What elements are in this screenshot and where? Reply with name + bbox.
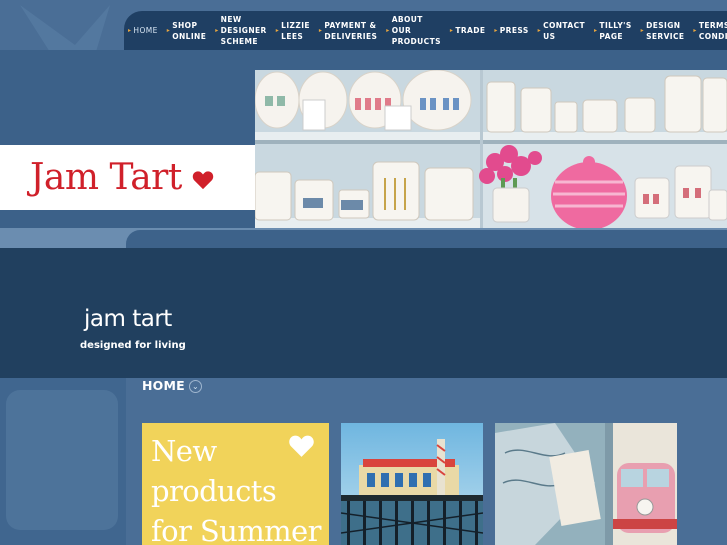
nav-item-label: TERMS & CONDITIONS	[698, 20, 727, 41]
nav-item-label: DESIGN SERVICE	[646, 20, 685, 41]
nav-item-label: NEW DESIGNER SCHEME	[220, 15, 267, 46]
nav-item-label: TRADE	[455, 26, 486, 35]
header-photo	[255, 70, 727, 228]
site-name: jam tart	[84, 306, 172, 332]
page-title: HOME	[142, 378, 185, 393]
nav-item-contact-us[interactable]: ▸ CONTACT US	[534, 11, 590, 50]
nav-item-shop-online[interactable]: ▸ SHOP ONLINE	[163, 11, 211, 50]
nav-item-label: PRESS	[499, 26, 529, 35]
promo-tile-new-products[interactable]: New products for Summer	[142, 423, 329, 545]
nav-item-payment-deliveries[interactable]: ▸ PAYMENT & DELIVERIES	[315, 11, 382, 50]
nav-item-lizzie-lees[interactable]: ▸ LIZZIE LEES	[272, 11, 315, 50]
arrow-right-icon: ▸	[537, 27, 542, 34]
nav-item-press[interactable]: ▸ PRESS	[490, 11, 533, 50]
heart-icon	[289, 435, 314, 457]
arrow-right-icon: ▸	[449, 27, 454, 34]
nav-item-about-our-products[interactable]: ▸ ABOUT OUR PRODUCTS	[382, 11, 446, 50]
nav-item-label: TILLY'S PAGE	[599, 20, 632, 41]
arrow-right-icon: ▸	[318, 27, 323, 34]
nav-item-home[interactable]: ▸ HOME	[124, 11, 163, 50]
header-stripe-inner	[126, 230, 727, 248]
nav-item-terms-conditions[interactable]: ▸TERMS & CONDITIONS	[689, 11, 727, 50]
promo-tile-tea-towel-photo[interactable]	[495, 423, 677, 545]
heart-icon	[192, 170, 214, 189]
nav-item-label: SHOP ONLINE	[172, 20, 207, 41]
site-logo[interactable]: Jam Tart	[0, 145, 255, 210]
arrow-right-icon: ▸	[693, 27, 697, 34]
nav-item-label: ABOUT OUR PRODUCTS	[391, 15, 441, 46]
nav-item-label: PAYMENT & DELIVERIES	[324, 20, 378, 41]
site-tagline: designed for living	[80, 340, 186, 351]
arrow-right-icon: ▸	[275, 27, 280, 34]
arrow-right-icon: ▸	[166, 27, 171, 34]
nav-item-label: HOME	[133, 26, 158, 35]
arrow-right-icon: ▸	[494, 27, 498, 34]
chevron-down-icon[interactable]: ⌄	[188, 380, 202, 393]
nav-item-tilly-s-page[interactable]: ▸ TILLY'S PAGE	[590, 11, 637, 50]
nav-item-trade[interactable]: ▸ TRADE	[446, 11, 490, 50]
nav-item-label: LIZZIE LEES	[281, 20, 310, 41]
main-nav: ▸ HOME ▸ SHOP ONLINE ▸ NEW DESIGNER SCHEME ▸ LI…	[124, 11, 727, 50]
promo-tile-pier-photo[interactable]	[341, 423, 483, 545]
arrow-right-icon: ▸	[594, 27, 598, 34]
arrow-right-icon: ▸	[128, 27, 132, 34]
nav-item-label: CONTACT US	[543, 20, 585, 41]
page-heading: HOME ⌄	[142, 378, 202, 393]
arrow-right-icon: ▸	[640, 27, 645, 34]
arrow-right-icon: ▸	[215, 27, 219, 34]
arrow-right-icon: ▸	[386, 27, 390, 34]
logo-text: Jam Tart	[30, 157, 182, 198]
nav-item-design-service[interactable]: ▸ DESIGN SERVICE	[637, 11, 690, 50]
nav-item-new-designer-scheme[interactable]: ▸ NEW DESIGNER SCHEME	[211, 11, 272, 50]
